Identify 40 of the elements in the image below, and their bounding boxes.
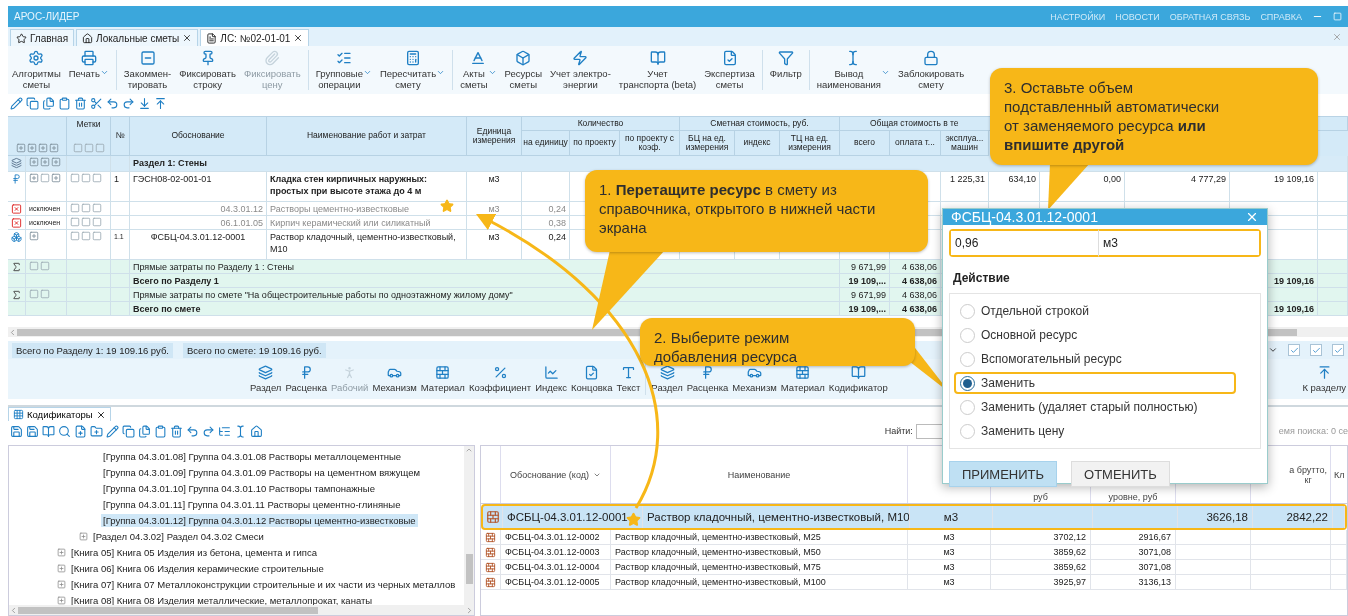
table-cell: 3136,13 [1091,575,1176,589]
column-group-header: Сметная стоимость, руб. [680,117,840,131]
table-cell: 3925,97 [991,575,1091,589]
column-header: Обоснование (код) [510,470,589,480]
dialog-title: ФСБЦ-04.3.01.12-0001 [951,209,1098,225]
table-cell: ФСБЦ-04.3.01.12-0005 [501,575,611,589]
table-cell: 3859,62 [991,545,1091,559]
section-label: Действие [953,271,1011,285]
table-cell: м3 [908,575,991,589]
table-cell: Раствор кладочный, цементно-известковый, М50 [611,545,908,559]
search-label: Найти: [884,426,913,436]
table-cell: 2842,22 [1253,506,1333,528]
table-cell: 19 109,... [840,302,890,316]
column-group-header: Количество [522,117,680,131]
column-header: Наименование [611,446,908,503]
status-total: Всего по смете: 19 109.16 руб. [183,342,326,358]
table-cell: Раствор кладочный, цементно-известковый, М25 [611,530,908,544]
table-cell: м3 [908,560,991,574]
table-cell: 3859,62 [991,560,1091,574]
table-cell: ФСБЦ-04.3.01.12-0004 [501,560,611,574]
status-total: Всего по Разделу 1: 19 109.16 руб. [12,342,173,358]
table-cell: 2916,67 [1091,530,1176,544]
table-cell: Раствор кладочный, цементно-известковый, М100 [611,575,908,589]
table-cell: ФСБЦ-04.3.01.12-0002 [501,530,611,544]
table-cell: м3 [910,506,993,528]
table-cell: 3071,08 [1091,545,1176,559]
table-cell: Раствор кладочный, цементно-известковый, М75 [611,560,908,574]
table-cell: ФСБЦ-04.3.01.12-0003 [501,545,611,559]
table-cell: 3702,12 [991,530,1091,544]
search-time-text: емя поиска: 0 се [1278,426,1348,436]
column-header: Кл [1331,446,1348,503]
callout: 3. Оставьте объем подставленный автоматически от заменяемого ресурса или впишите другой [990,68,1318,165]
table-cell: м3 [908,545,991,559]
column-header: Метки [76,119,101,129]
table-cell: 3071,08 [1091,560,1176,574]
table-cell: 4 638,06 [890,302,941,316]
table-cell: Раствор кладочный, цементно-известковый, М10 [643,506,910,528]
table-cell: 3626,18 [1178,506,1253,528]
app-title: АРОС-ЛИДЕР [14,11,81,22]
table-cell: м3 [908,530,991,544]
